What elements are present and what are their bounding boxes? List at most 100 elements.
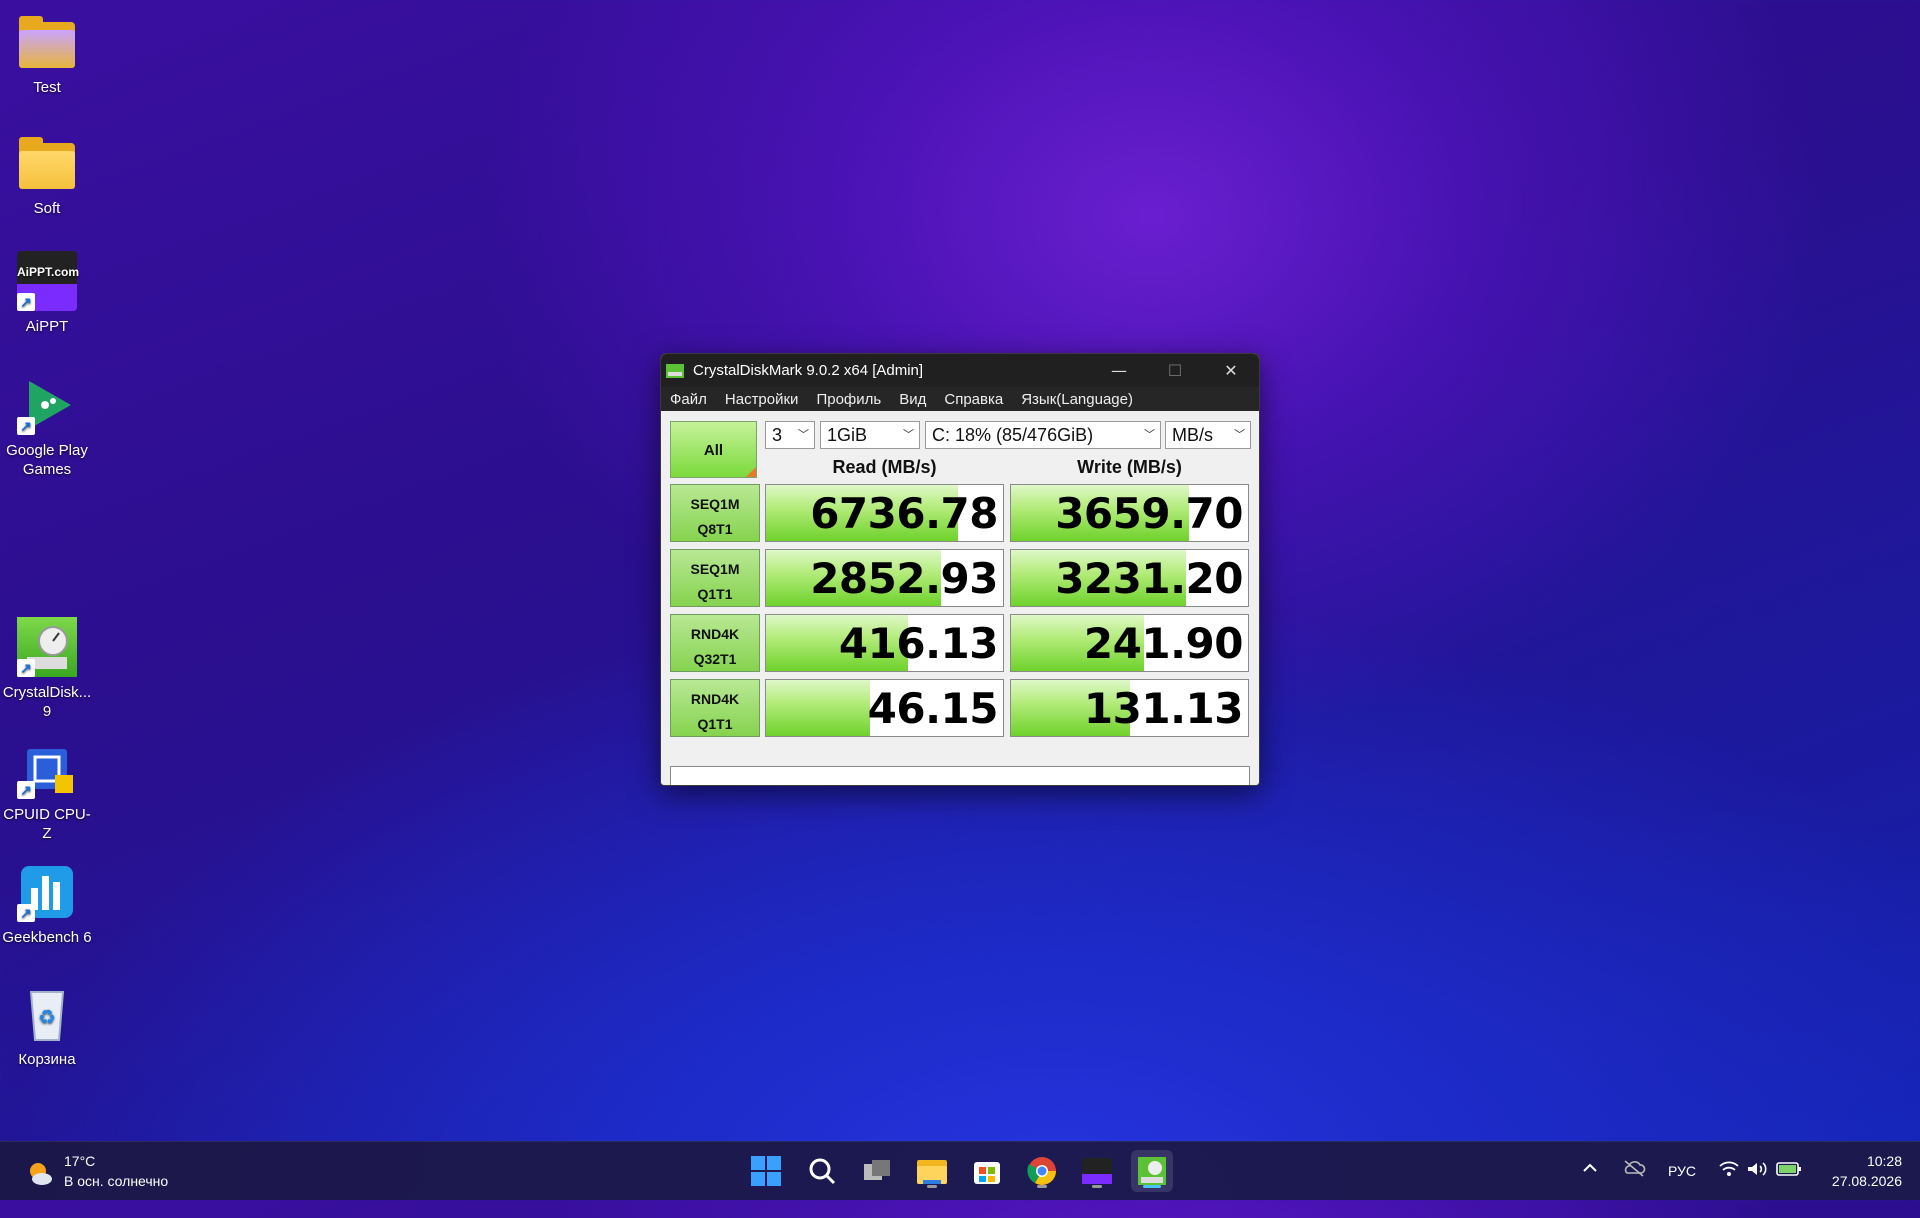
all-button[interactable]: All bbox=[670, 421, 757, 478]
menu-bar: Файл Настройки Профиль Вид Справка Язык(… bbox=[661, 387, 1259, 411]
write-value: 3231.20 bbox=[1055, 554, 1243, 603]
test-button-rnd4k-q1t1[interactable]: RND4K Q1T1 bbox=[670, 679, 760, 737]
shortcut-arrow-icon: ↗ bbox=[17, 293, 35, 311]
chevron-down-icon: ﹀ bbox=[1144, 429, 1155, 441]
count-value: 3 bbox=[772, 425, 783, 445]
menu-profile[interactable]: Профиль bbox=[807, 391, 890, 408]
recycle-bin-icon: ♻ bbox=[17, 984, 77, 1044]
read-result: 46.15 bbox=[765, 679, 1004, 737]
clock-date: 27.08.2026 bbox=[1831, 1173, 1902, 1189]
file-explorer-icon[interactable] bbox=[911, 1150, 953, 1192]
close-button[interactable]: ✕ bbox=[1203, 354, 1259, 387]
chrome-icon[interactable] bbox=[1021, 1150, 1063, 1192]
comment-field[interactable] bbox=[670, 766, 1250, 785]
menu-file[interactable]: Файл bbox=[661, 391, 716, 408]
chevron-down-icon: ﹀ bbox=[903, 429, 914, 441]
write-value: 3659.70 bbox=[1055, 489, 1243, 538]
desktop-icon-label: Google Play Games bbox=[6, 442, 88, 478]
aippt-taskbar-icon[interactable] bbox=[1076, 1150, 1118, 1192]
count-select[interactable]: 3 ﹀ bbox=[765, 421, 815, 449]
menu-view[interactable]: Вид bbox=[890, 391, 935, 408]
desktop-icon-cpuz[interactable]: ↗ CPUID CPU-Z bbox=[0, 739, 94, 843]
test-button-seq1m-q8t1[interactable]: SEQ1M Q8T1 bbox=[670, 484, 760, 542]
write-result: 241.90 bbox=[1010, 614, 1249, 672]
test-button-rnd4k-q32t1[interactable]: RND4K Q32T1 bbox=[670, 614, 760, 672]
test-params: Q8T1 bbox=[697, 521, 733, 537]
result-bar-fill bbox=[766, 680, 871, 736]
shortcut-arrow-icon: ↗ bbox=[17, 781, 35, 799]
read-result: 416.13 bbox=[765, 614, 1004, 672]
google-play-games-icon: ↗ bbox=[17, 375, 77, 435]
unit-select[interactable]: MB/s ﹀ bbox=[1165, 421, 1251, 449]
desktop-icon-soft[interactable]: Soft bbox=[0, 133, 94, 218]
onedrive-offline-icon[interactable] bbox=[1622, 1158, 1652, 1216]
write-result: 131.13 bbox=[1010, 679, 1249, 737]
search-icon[interactable] bbox=[801, 1150, 843, 1192]
crystaldiskmark-app-icon bbox=[665, 362, 685, 380]
desktop-icon-google-play-games[interactable]: ↗ Google Play Games bbox=[0, 375, 94, 479]
aippt-app-icon: AiPPT.com ↗ bbox=[17, 251, 79, 311]
desktop-icon-label: Soft bbox=[33, 200, 61, 217]
read-value: 6736.78 bbox=[810, 489, 998, 538]
desktop-icon-label: Test bbox=[33, 79, 61, 96]
read-value: 416.13 bbox=[838, 619, 999, 668]
crystaldiskmark-window: CrystalDiskMark 9.0.2 x64 [Admin] — ☐ ✕ … bbox=[660, 353, 1260, 786]
show-hidden-icons-chevron-icon[interactable] bbox=[1580, 1158, 1610, 1216]
desktop-icon-aippt[interactable]: AiPPT.com ↗ AiPPT bbox=[0, 251, 94, 336]
microsoft-store-icon[interactable] bbox=[966, 1150, 1008, 1192]
task-view-icon[interactable] bbox=[856, 1150, 898, 1192]
menu-help[interactable]: Справка bbox=[935, 391, 1012, 408]
wifi-icon[interactable] bbox=[1718, 1160, 1742, 1218]
maximize-button[interactable]: ☐ bbox=[1147, 354, 1203, 387]
read-value: 46.15 bbox=[867, 684, 999, 733]
shortcut-arrow-icon: ↗ bbox=[17, 904, 35, 922]
menu-settings[interactable]: Настройки bbox=[716, 391, 808, 408]
test-name: SEQ1M bbox=[690, 561, 740, 577]
clock[interactable]: 10:28 27.08.2026 bbox=[1812, 1151, 1902, 1209]
cpu-z-icon: ↗ bbox=[17, 739, 77, 799]
test-name: RND4K bbox=[690, 626, 740, 642]
menu-language[interactable]: Язык(Language) bbox=[1012, 391, 1142, 408]
drive-value: C: 18% (85/476GiB) bbox=[932, 425, 1094, 445]
desktop-icon-recycle-bin[interactable]: ♻ Корзина bbox=[0, 984, 94, 1069]
write-result: 3659.70 bbox=[1010, 484, 1249, 542]
read-result: 2852.93 bbox=[765, 549, 1004, 607]
write-value: 131.13 bbox=[1083, 684, 1244, 733]
battery-charging-icon[interactable] bbox=[1776, 1160, 1804, 1218]
desktop-icon-test[interactable]: Test bbox=[0, 12, 94, 97]
minimize-button[interactable]: — bbox=[1091, 354, 1147, 387]
benchmark-panel: All 3 ﹀ 1GiB ﹀ C: 18% (85/476GiB) ﹀ MB/s… bbox=[661, 411, 1259, 785]
weather-sun-cloud-icon bbox=[30, 1163, 52, 1185]
all-button-label: All bbox=[703, 442, 724, 459]
drive-select[interactable]: C: 18% (85/476GiB) ﹀ bbox=[925, 421, 1161, 449]
unit-value: MB/s bbox=[1172, 425, 1214, 445]
language-indicator[interactable]: РУС bbox=[1668, 1142, 1708, 1200]
test-name: SEQ1M bbox=[690, 496, 740, 512]
write-value: 241.90 bbox=[1083, 619, 1244, 668]
chevron-down-icon: ﹀ bbox=[1234, 429, 1245, 441]
desktop-icon-crystaldiskmark[interactable]: ↗ CrystalDisk... 9 bbox=[0, 617, 94, 721]
write-result: 3231.20 bbox=[1010, 549, 1249, 607]
title-bar[interactable]: CrystalDiskMark 9.0.2 x64 [Admin] — ☐ ✕ bbox=[661, 354, 1259, 387]
weather-desc: В осн. солнечно bbox=[64, 1173, 169, 1189]
windows-start-icon[interactable] bbox=[745, 1150, 787, 1192]
read-value: 2852.93 bbox=[810, 554, 998, 603]
desktop-icon-label: CPUID CPU-Z bbox=[3, 806, 91, 842]
size-value: 1GiB bbox=[827, 425, 868, 445]
folder-icon bbox=[17, 133, 77, 193]
test-name: RND4K bbox=[690, 691, 740, 707]
read-header: Read (MB/s) bbox=[832, 457, 937, 477]
read-result: 6736.78 bbox=[765, 484, 1004, 542]
window-title: CrystalDiskMark 9.0.2 x64 [Admin] bbox=[693, 362, 924, 379]
desktop-icon-geekbench[interactable]: ↗ Geekbench 6 bbox=[0, 862, 94, 947]
desktop-icon-label: Geekbench 6 bbox=[2, 929, 92, 946]
crystaldiskmark-icon: ↗ bbox=[17, 617, 77, 677]
volume-icon[interactable] bbox=[1746, 1160, 1770, 1218]
shortcut-arrow-icon: ↗ bbox=[17, 659, 35, 677]
weather-temp: 17°C bbox=[64, 1153, 96, 1169]
desktop-icon-label: Корзина bbox=[18, 1051, 76, 1068]
size-select[interactable]: 1GiB ﹀ bbox=[820, 421, 920, 449]
write-header: Write (MB/s) bbox=[1077, 457, 1182, 477]
crystaldiskmark-taskbar-icon[interactable] bbox=[1131, 1150, 1173, 1192]
test-button-seq1m-q1t1[interactable]: SEQ1M Q1T1 bbox=[670, 549, 760, 607]
